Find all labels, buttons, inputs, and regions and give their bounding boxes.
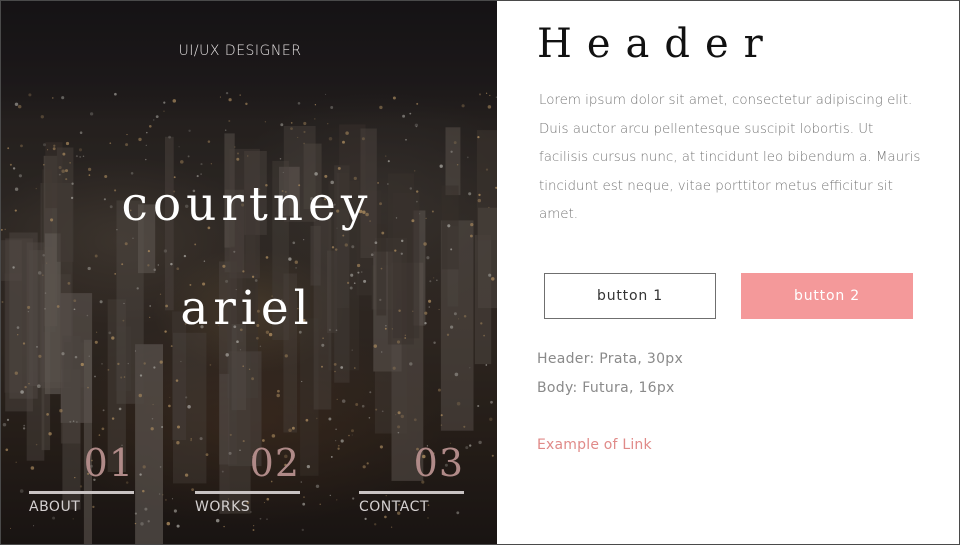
nav-item-contact[interactable]: 03 CONTACT: [359, 441, 464, 531]
nav-number: 01: [83, 441, 134, 485]
body-text-sample: Lorem ipsum dolor sit amet, consectetur …: [539, 93, 921, 222]
body-font-spec: Body: Futura, 16px: [537, 380, 675, 396]
first-name: courtney: [121, 177, 373, 232]
header-sample: Header: [537, 21, 778, 67]
last-name: ariel: [180, 281, 314, 336]
style-guide-frame: UI/UX DESIGNER courtney ariel 01 ABOUT 0…: [0, 0, 960, 545]
nav-item-about[interactable]: 01 ABOUT: [29, 441, 134, 531]
hero-panel: UI/UX DESIGNER courtney ariel 01 ABOUT 0…: [1, 1, 497, 544]
button-1[interactable]: button 1: [544, 273, 716, 319]
nav-label: ABOUT: [29, 499, 81, 515]
example-link[interactable]: Example of Link: [537, 437, 652, 453]
nav-divider: [359, 491, 464, 494]
role-title: UI/UX DESIGNER: [178, 43, 302, 59]
nav-item-works[interactable]: 02 WORKS: [195, 441, 300, 531]
header-font-spec: Header: Prata, 30px: [537, 351, 684, 367]
nav-number: 02: [249, 441, 300, 485]
nav-label: CONTACT: [359, 499, 429, 515]
nav-divider: [195, 491, 300, 494]
nav-divider: [29, 491, 134, 494]
nav-number: 03: [413, 441, 464, 485]
nav-label: WORKS: [195, 499, 251, 515]
button-2[interactable]: button 2: [741, 273, 913, 319]
